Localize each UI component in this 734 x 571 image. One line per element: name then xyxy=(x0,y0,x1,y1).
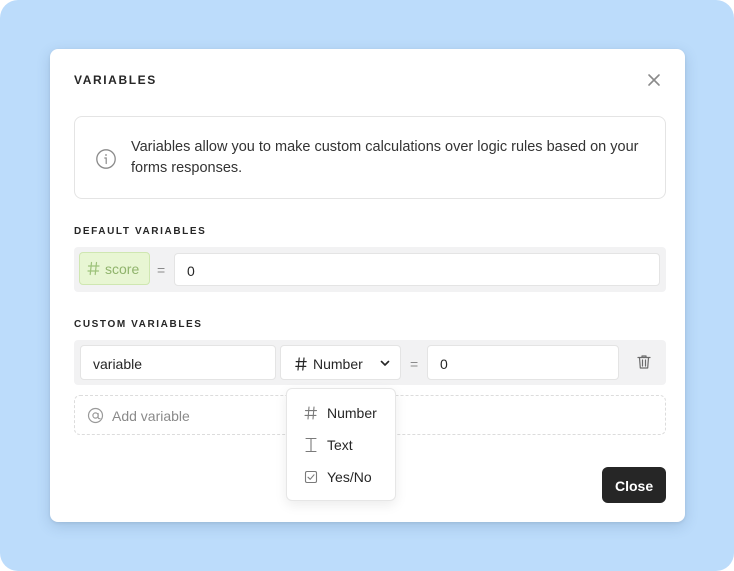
close-button[interactable]: Close xyxy=(602,467,666,503)
score-variable-name: score xyxy=(105,261,140,277)
score-variable-chip: score xyxy=(79,252,150,285)
dropdown-option-yes-no[interactable]: Yes/No xyxy=(287,463,395,491)
variable-name-input[interactable]: variable xyxy=(80,345,276,380)
variable-type-select[interactable]: Number xyxy=(280,345,401,380)
variable-type-value: Number xyxy=(313,356,363,372)
equals-sign: = xyxy=(410,356,419,372)
variable-name-value: variable xyxy=(93,356,143,372)
score-value: 0 xyxy=(187,263,195,279)
chevron-down-icon xyxy=(380,360,390,366)
close-icon[interactable] xyxy=(646,72,662,88)
dropdown-option-number[interactable]: Number xyxy=(287,399,395,427)
modal-title: VARIABLES xyxy=(74,73,157,87)
info-icon xyxy=(96,149,116,169)
variable-type-dropdown: Number Text Yes/No xyxy=(286,388,396,501)
hash-icon xyxy=(304,406,318,420)
dropdown-option-label: Text xyxy=(327,437,353,453)
hash-icon xyxy=(87,261,100,276)
at-icon xyxy=(87,407,104,424)
hash-icon xyxy=(295,357,307,371)
score-value-input[interactable]: 0 xyxy=(174,253,660,286)
custom-variables-label: CUSTOM VARIABLES xyxy=(74,319,203,330)
dropdown-option-text[interactable]: Text xyxy=(287,431,395,459)
variable-value-input[interactable]: 0 xyxy=(427,345,619,380)
add-variable-label: Add variable xyxy=(112,408,190,424)
dropdown-option-label: Yes/No xyxy=(327,469,372,485)
custom-variable-row: variable Number = 0 xyxy=(74,340,666,385)
close-button-label: Close xyxy=(615,478,654,494)
text-cursor-icon xyxy=(305,437,317,453)
info-text: Variables allow you to make custom calcu… xyxy=(131,139,639,176)
dropdown-option-label: Number xyxy=(327,405,377,421)
equals-sign: = xyxy=(157,262,166,278)
default-variable-row: score = 0 xyxy=(74,247,666,292)
info-box: Variables allow you to make custom calcu… xyxy=(74,116,666,199)
default-variables-label: DEFAULT VARIABLES xyxy=(74,226,207,237)
trash-icon[interactable] xyxy=(636,354,652,370)
checkbox-icon xyxy=(304,470,318,484)
variable-value: 0 xyxy=(440,356,448,372)
